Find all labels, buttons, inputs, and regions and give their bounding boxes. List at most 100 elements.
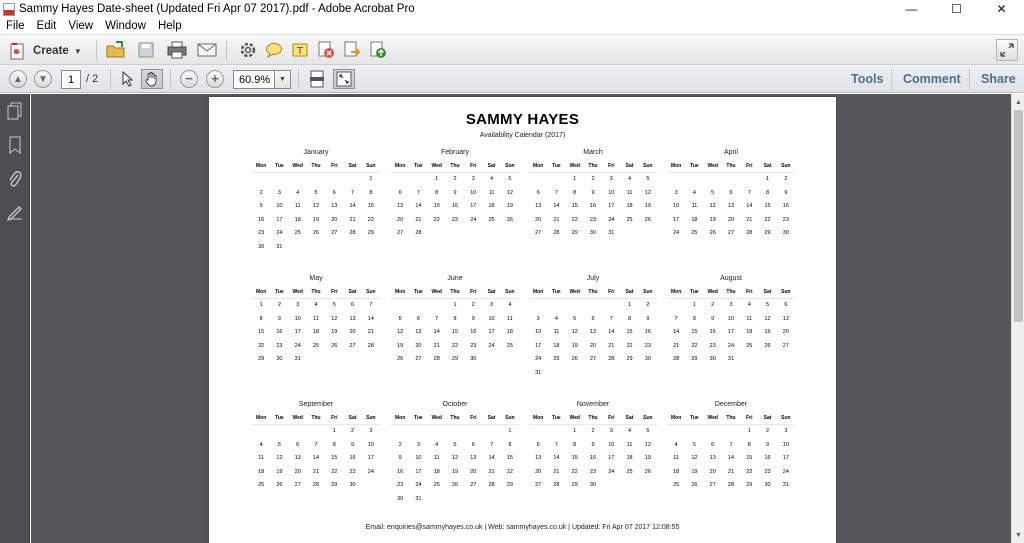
attachments-button[interactable]: [7, 170, 23, 188]
day-cell: 28: [312, 482, 320, 488]
full-screen-button[interactable]: [333, 69, 355, 89]
day-cell: 6: [471, 441, 475, 448]
day-cell: 31: [782, 482, 789, 488]
share-file-button[interactable]: [367, 40, 389, 60]
menu-file[interactable]: File: [0, 20, 31, 32]
day-cell: 31: [294, 356, 301, 362]
day-cell: 26: [644, 468, 651, 475]
minimize-button[interactable]: —: [889, 0, 934, 18]
page-number-input[interactable]: 1: [61, 70, 81, 89]
comment-pane-link[interactable]: Comment: [903, 72, 961, 86]
weekday-header: Mon Tue Wed Thu Fri Sat Sun: [252, 159, 380, 173]
day-cell: 9: [398, 455, 402, 461]
cursor-icon: [122, 71, 134, 87]
day-grid: 1 2 3 4 5 6 7 8 9 10 11 12 13 14 15 16 17 18 19 20 21 22 23 24 2…: [391, 425, 519, 506]
create-button[interactable]: Create ▼: [8, 40, 82, 62]
minus-icon: −: [185, 71, 193, 86]
signatures-button[interactable]: [7, 204, 23, 222]
day-cell: 23: [258, 230, 265, 236]
empty-day-cell: [409, 299, 427, 313]
create-label: Create: [33, 45, 69, 57]
menu-window[interactable]: Window: [99, 20, 152, 32]
document-viewport[interactable]: SAMMY HAYES Availability Calendar (2017)…: [31, 94, 1011, 543]
day-cell: 2: [591, 428, 595, 434]
month-december: December Mon Tue Wed Thu Fri Sat Sun 1 2 3 4 5 6 7 8 9 10…: [667, 399, 795, 493]
comment-button[interactable]: [263, 40, 285, 60]
day-cell: 3: [490, 302, 494, 308]
scroll-thumb[interactable]: [1014, 110, 1023, 322]
day-cell: 24: [727, 342, 735, 349]
print-button[interactable]: [166, 40, 188, 60]
weekday-label: Sat: [625, 163, 634, 169]
menu-edit[interactable]: Edit: [31, 20, 63, 32]
weekday-label: Thu: [311, 163, 321, 169]
menu-help[interactable]: Help: [152, 20, 188, 32]
arrow-down-icon: ▼: [38, 73, 48, 85]
day-cell: 29: [691, 356, 698, 362]
share-pane-link[interactable]: Share: [981, 72, 1016, 86]
day-cell: 12: [571, 329, 578, 335]
zoom-dropdown-button[interactable]: ▼: [275, 70, 291, 89]
page-thumbnails-button[interactable]: [7, 102, 23, 120]
next-page-button[interactable]: ▼: [34, 70, 52, 88]
vertical-scrollbar[interactable]: ▲ ▼: [1011, 94, 1024, 543]
hand-tool-button[interactable]: [141, 69, 163, 89]
tools-pane-link[interactable]: Tools: [851, 72, 883, 86]
empty-day-cell: [722, 173, 740, 187]
delete-button[interactable]: [315, 40, 337, 60]
select-tool-button[interactable]: [117, 69, 139, 89]
day-cell: 9: [277, 315, 281, 322]
zoom-in-button[interactable]: +: [206, 70, 224, 88]
day-cell: 19: [709, 216, 716, 223]
export-button[interactable]: [341, 40, 363, 60]
day-cell: 2: [591, 176, 595, 182]
weekday-label: Sat: [763, 415, 772, 421]
day-cell: 15: [367, 203, 374, 209]
settings-button[interactable]: [237, 40, 259, 60]
toolbar-divider: [891, 69, 892, 89]
day-cell: 5: [453, 441, 457, 448]
day-cell: 18: [553, 342, 560, 349]
weekday-label: Tue: [552, 415, 561, 421]
day-cell: 2: [711, 302, 715, 308]
zoom-out-button[interactable]: −: [180, 70, 198, 88]
day-cell: 16: [397, 468, 404, 475]
day-cell: 2: [471, 302, 475, 308]
close-button[interactable]: ✕: [979, 0, 1024, 18]
day-cell: 11: [294, 203, 301, 209]
weekday-label: Fri: [608, 289, 615, 295]
scroll-up-arrow[interactable]: ▲: [1014, 97, 1023, 107]
day-cell: 31: [535, 369, 542, 376]
expand-button[interactable]: [996, 39, 1018, 61]
weekday-label: Sun: [643, 289, 653, 295]
scroll-down-arrow[interactable]: ▼: [1014, 530, 1023, 540]
weekday-label: Thu: [311, 289, 321, 295]
day-grid: 1 2 3 4 5 6 7 8 9 10 11 12 13 14 15 16 17 18 19 20 21 22 23 24 2…: [252, 173, 380, 254]
open-button[interactable]: [105, 40, 127, 60]
weekday-label: Thu: [588, 289, 598, 295]
day-cell: 20: [535, 216, 542, 223]
bookmarks-button[interactable]: [7, 136, 23, 154]
menu-view[interactable]: View: [62, 20, 99, 32]
empty-day-cell: [409, 173, 427, 187]
title-bar: Sammy Hayes Date-sheet (Updated Fri Apr …: [0, 0, 1024, 18]
day-grid: 1 2 3 4 5 6 7 8 9 10 11 12 13 14 15 16 17 18 19 20 21 22 23 24 2…: [529, 425, 657, 493]
day-cell: 21: [367, 329, 374, 335]
day-cell: 27: [535, 482, 542, 488]
day-cell: 26: [644, 216, 651, 223]
fit-page-button[interactable]: [306, 69, 328, 89]
email-button[interactable]: [196, 40, 218, 60]
save-button[interactable]: [135, 40, 157, 60]
weekday-label: Thu: [726, 415, 736, 421]
day-cell: 21: [349, 216, 356, 223]
weekday-label: Sat: [625, 289, 634, 295]
previous-page-button[interactable]: ▲: [9, 70, 27, 88]
zoom-level-input[interactable]: 60.9%: [233, 70, 275, 89]
maximize-button[interactable]: ☐: [934, 0, 979, 18]
day-grid: 1 2 3 4 5 6 7 8 9 10 11 12 13 14 15 16 17 18 19 20 21 22 23 24 2…: [667, 425, 795, 493]
day-cell: 25: [746, 342, 753, 349]
day-cell: 21: [312, 468, 320, 475]
day-cell: 5: [573, 315, 577, 322]
day-cell: 22: [367, 216, 374, 223]
highlight-button[interactable]: T: [289, 40, 311, 60]
